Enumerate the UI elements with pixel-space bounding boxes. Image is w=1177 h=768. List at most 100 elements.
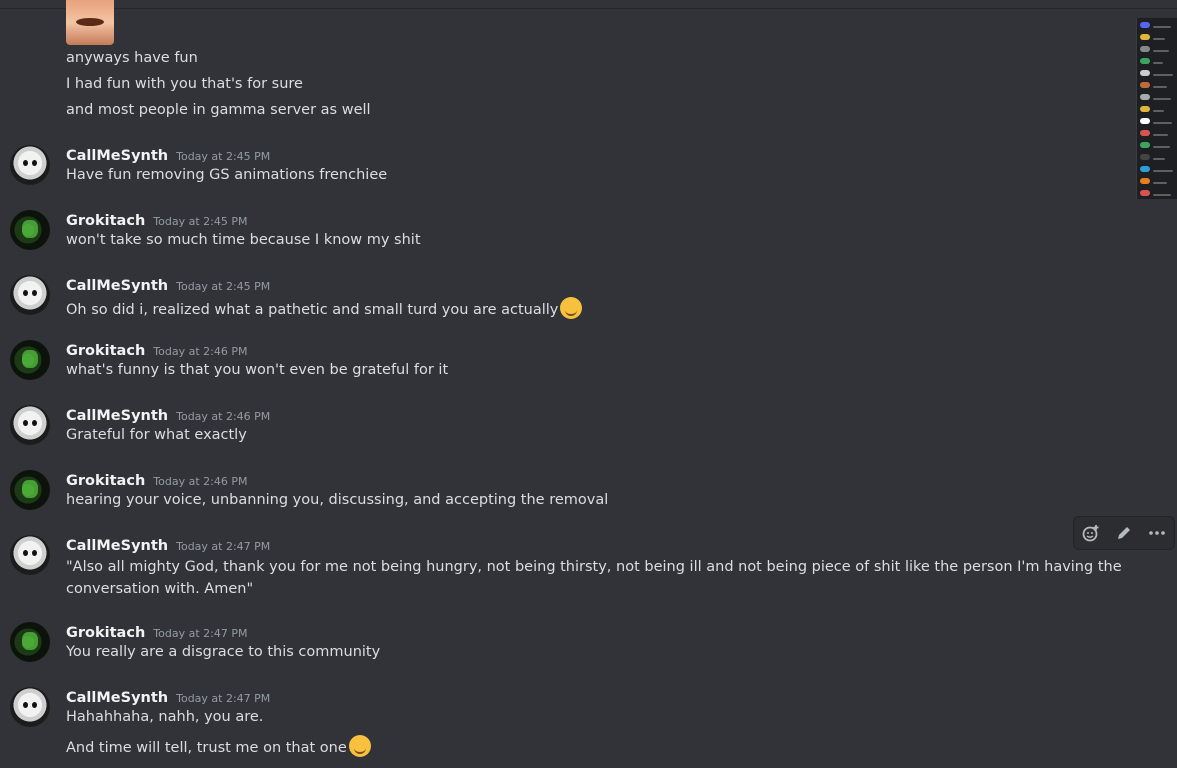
message-actions-toolbar	[1073, 516, 1175, 550]
avatar[interactable]	[10, 210, 50, 250]
message-header: Grokitach Today at 2:46 PM	[66, 340, 247, 360]
minimap-item	[1140, 142, 1150, 148]
avatar-eye	[23, 420, 28, 426]
avatar-eye	[32, 420, 37, 426]
timestamp: Today at 2:45 PM	[153, 215, 248, 228]
minimap-item	[1140, 106, 1150, 112]
avatar-eye	[32, 160, 37, 166]
timestamp: Today at 2:45 PM	[176, 280, 271, 293]
pencil-icon[interactable]	[1112, 521, 1136, 545]
minimap-line	[1153, 182, 1167, 184]
username[interactable]: Grokitach	[66, 343, 145, 359]
minimap-item	[1140, 154, 1150, 160]
minimap-line	[1153, 194, 1171, 196]
minimap-item	[1140, 118, 1150, 124]
avatar[interactable]	[10, 275, 50, 315]
message-header: Grokitach Today at 2:46 PM	[66, 470, 247, 490]
minimap-line	[1153, 50, 1169, 52]
avatar-eye	[32, 290, 37, 296]
minimap-line	[1153, 122, 1172, 124]
timestamp: Today at 2:47 PM	[153, 627, 248, 640]
message-text: what's funny is that you won't even be g…	[66, 362, 449, 378]
message-text: Grateful for what exactly	[66, 427, 247, 443]
message-header: CallMeSynth Today at 2:47 PM	[66, 535, 270, 555]
avatar[interactable]	[10, 405, 50, 445]
minimap-line	[1153, 26, 1171, 28]
minimap-item	[1140, 166, 1150, 172]
username[interactable]: CallMeSynth	[66, 690, 168, 706]
username[interactable]: Grokitach	[66, 213, 145, 229]
minimap-line	[1153, 38, 1165, 40]
message-header: CallMeSynth Today at 2:45 PM	[66, 145, 270, 165]
minimap-item	[1140, 178, 1150, 184]
timestamp: Today at 2:45 PM	[176, 150, 271, 163]
avatar-detail	[22, 632, 38, 650]
username[interactable]: Grokitach	[66, 625, 145, 641]
minimap-item	[1140, 58, 1150, 64]
minimap-item	[1140, 22, 1150, 28]
message-text: and most people in gamma server as well	[66, 102, 371, 118]
minimap-line	[1153, 74, 1173, 76]
minimap-line	[1153, 62, 1163, 64]
username[interactable]: CallMeSynth	[66, 148, 168, 164]
username[interactable]: Grokitach	[66, 473, 145, 489]
avatar-eye	[32, 550, 37, 556]
timestamp: Today at 2:46 PM	[153, 345, 248, 358]
avatar-eye	[23, 550, 28, 556]
more-icon[interactable]	[1145, 521, 1169, 545]
timestamp: Today at 2:47 PM	[176, 692, 271, 705]
minimap-line	[1153, 134, 1168, 136]
message-text: I had fun with you that's for sure	[66, 76, 303, 92]
winking-emoji-icon	[348, 735, 371, 757]
avatar-detail	[22, 350, 38, 368]
avatar-detail	[22, 220, 38, 238]
avatar[interactable]	[10, 340, 50, 380]
channel-minimap[interactable]	[1136, 18, 1177, 199]
minimap-item	[1140, 70, 1150, 76]
minimap-item	[1140, 46, 1150, 52]
username[interactable]: CallMeSynth	[66, 538, 168, 554]
minimap-item	[1140, 34, 1150, 40]
minimap-line	[1153, 170, 1173, 172]
avatar[interactable]	[10, 145, 50, 185]
message-text: Have fun removing GS animations frenchie…	[66, 167, 388, 183]
message-text: anyways have fun	[66, 50, 198, 66]
avatar[interactable]	[10, 622, 50, 662]
message-text: "Also all mighty God, thank you for me n…	[66, 559, 1122, 597]
message-header: CallMeSynth Today at 2:46 PM	[66, 405, 270, 425]
avatar[interactable]	[10, 535, 50, 575]
avatar-detail	[22, 480, 38, 498]
message-line: And time will tell, trust me on that one	[66, 735, 371, 757]
username[interactable]: CallMeSynth	[66, 408, 168, 424]
grinning-emoji-icon	[560, 297, 583, 319]
minimap-line	[1153, 98, 1171, 100]
minimap-line	[1153, 146, 1170, 148]
avatar-eye	[23, 702, 28, 708]
minimap-item	[1140, 130, 1150, 136]
message-header: Grokitach Today at 2:47 PM	[66, 622, 247, 642]
avatar-eye	[32, 702, 37, 708]
minimap-item	[1140, 190, 1150, 196]
timestamp: Today at 2:46 PM	[176, 410, 271, 423]
minimap-item	[1140, 94, 1150, 100]
timestamp: Today at 2:46 PM	[153, 475, 248, 488]
message-text: won't take so much time because I know m…	[66, 232, 421, 248]
minimap-line	[1153, 86, 1167, 88]
avatar-eye	[23, 160, 28, 166]
message-header: CallMeSynth Today at 2:45 PM	[66, 275, 270, 295]
message-list: anyways have fun I had fun with you that…	[0, 0, 1177, 768]
minimap-item	[1140, 82, 1150, 88]
message-line: Oh so did i, realized what a pathetic an…	[66, 297, 583, 319]
timestamp: Today at 2:47 PM	[176, 540, 271, 553]
minimap-line	[1153, 158, 1165, 160]
avatar[interactable]	[10, 470, 50, 510]
minimap-line	[1153, 110, 1164, 112]
message-text: Hahahhaha, nahh, you are.	[66, 709, 264, 725]
avatar[interactable]	[10, 687, 50, 727]
username[interactable]: CallMeSynth	[66, 278, 168, 294]
message-text: hearing your voice, unbanning you, discu…	[66, 492, 609, 508]
previous-avatar-image	[66, 0, 114, 45]
message-header: CallMeSynth Today at 2:47 PM	[66, 687, 270, 707]
add-reaction-icon[interactable]	[1079, 521, 1103, 545]
avatar-eye	[23, 290, 28, 296]
